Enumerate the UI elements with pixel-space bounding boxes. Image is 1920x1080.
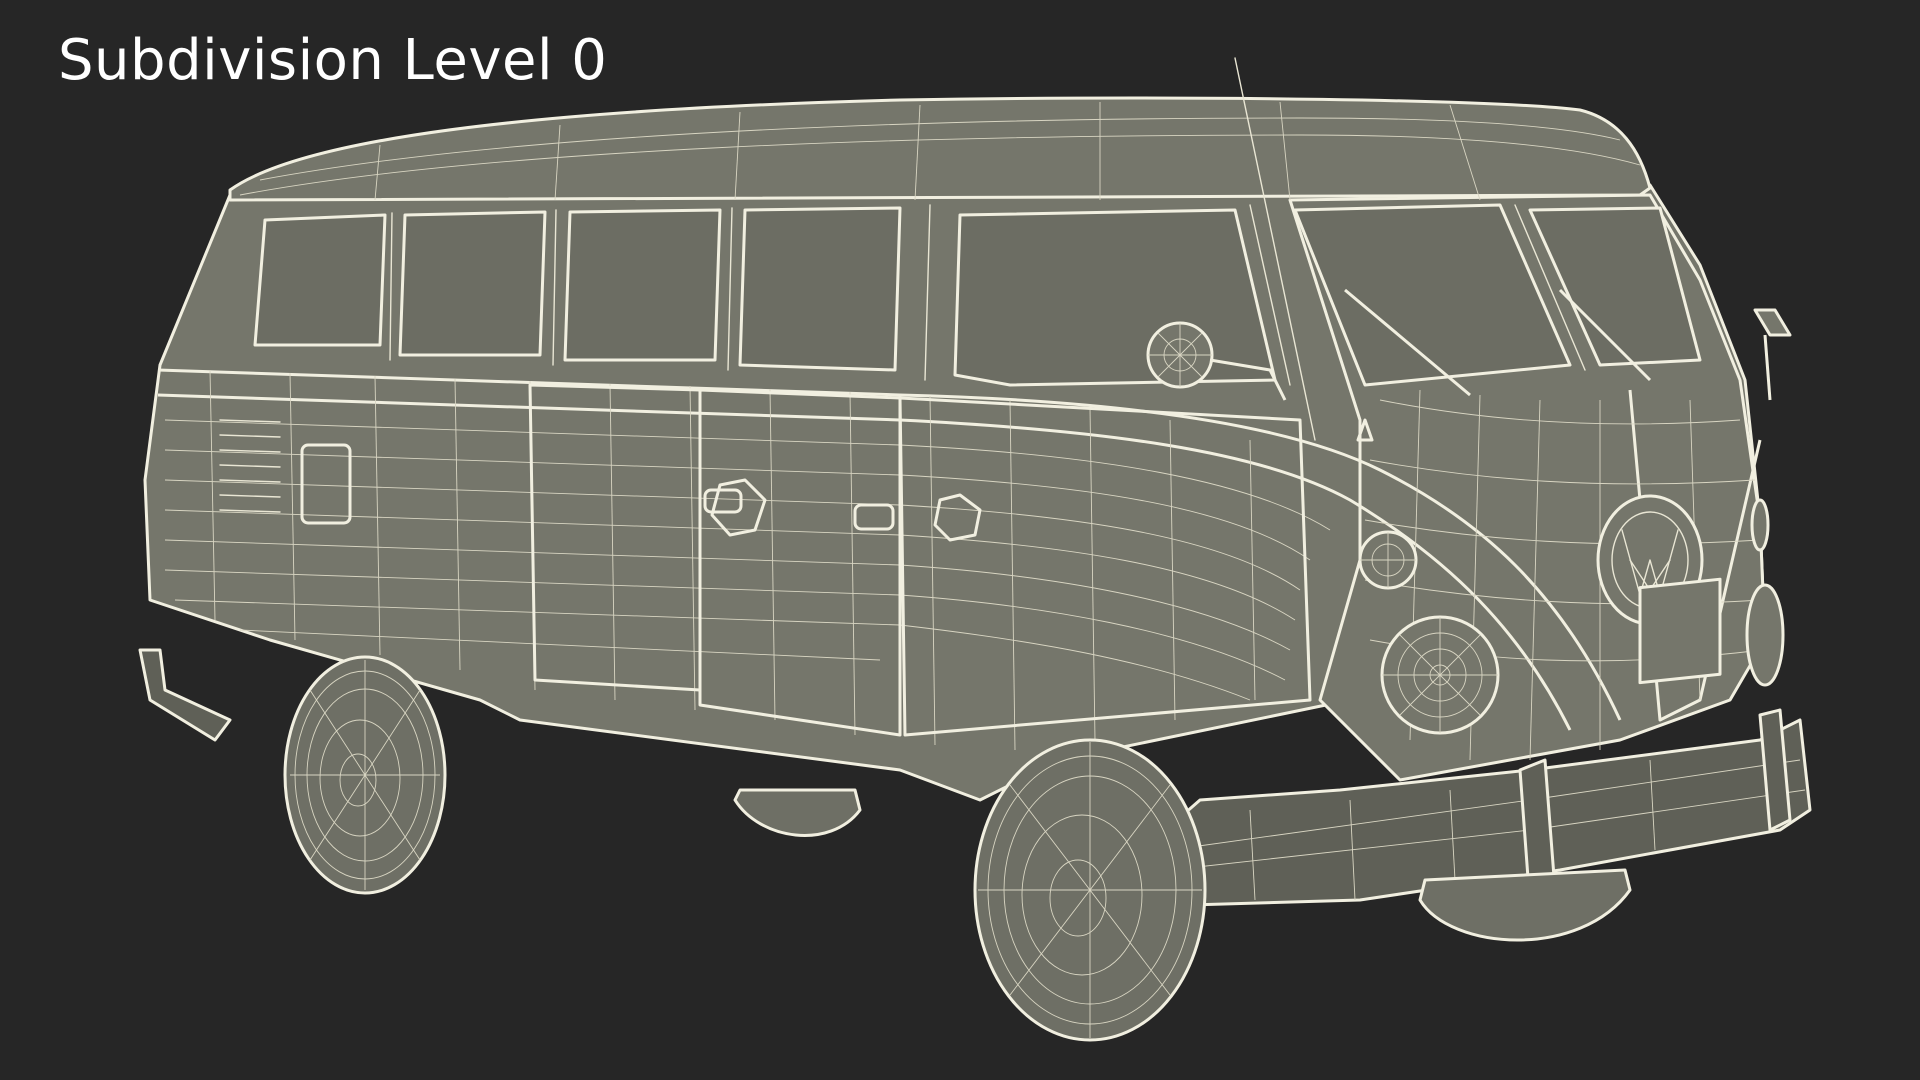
subdivision-level-label: Subdivision Level 0 [58, 28, 608, 93]
window-side-1 [398, 210, 547, 357]
indicator-right [1750, 498, 1770, 552]
window-rear [253, 213, 387, 347]
window-cab-door [953, 208, 1277, 387]
license-plate [1638, 577, 1722, 685]
front-wheel [973, 738, 1207, 1042]
window-side-2 [563, 208, 722, 362]
rear-wheel [283, 655, 447, 895]
front-right-tire [1418, 868, 1632, 942]
headlight-right [1745, 583, 1785, 687]
bus-roof [228, 96, 1652, 202]
render-viewport: Subdivision Level 0 [0, 0, 1920, 1080]
vw-bus-wireframe-model [138, 57, 1812, 1042]
side-mirror-right [1753, 308, 1792, 337]
mirror-arm-right [1763, 334, 1772, 401]
bus-rear-bumper [138, 648, 232, 742]
window-side-3 [738, 206, 902, 372]
rear-right-tire [733, 788, 862, 837]
